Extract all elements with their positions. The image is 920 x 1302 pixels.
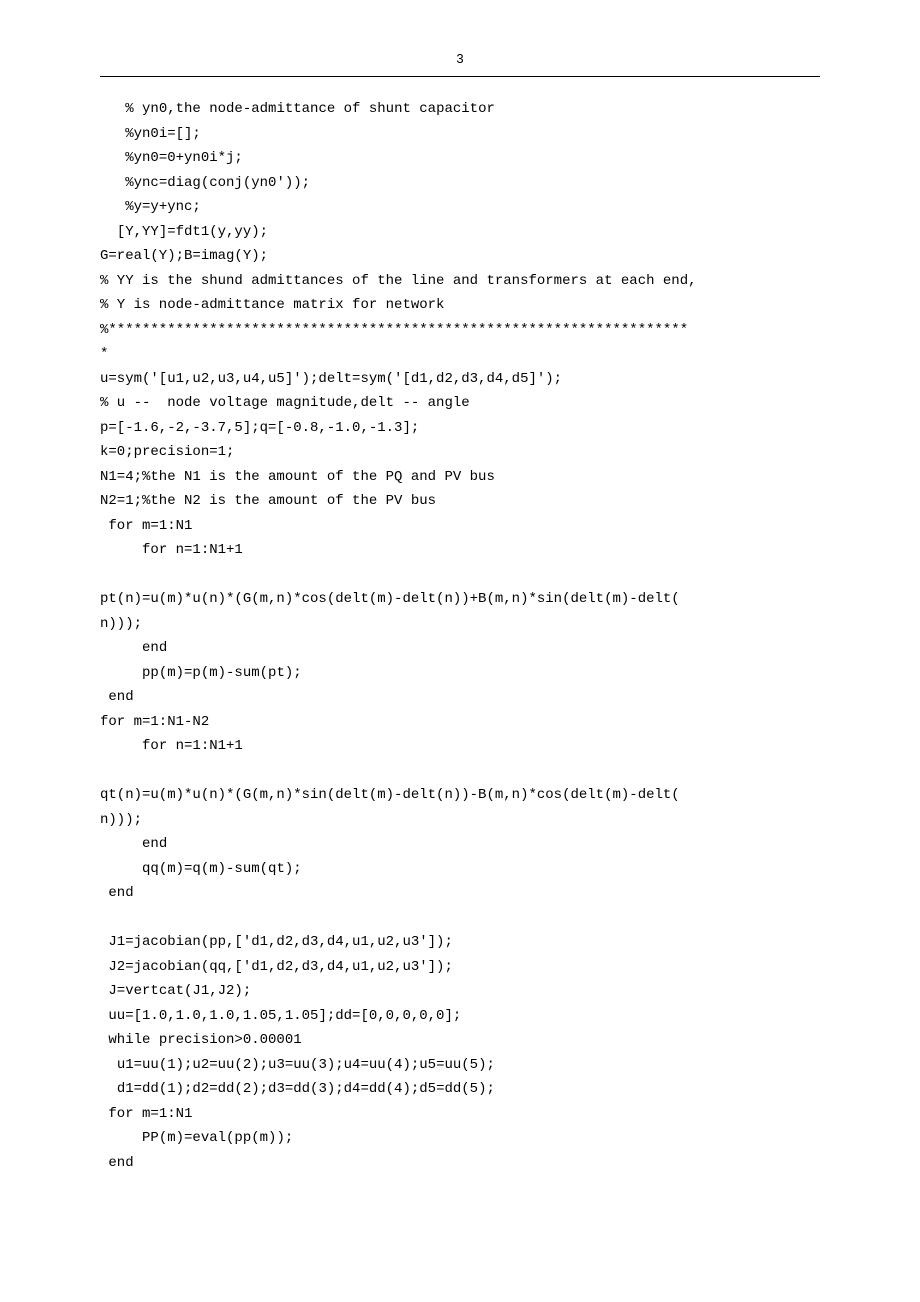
- code-line: % YY is the shund admittances of the lin…: [100, 269, 820, 294]
- code-line: uu=[1.0,1.0,1.0,1.05,1.05];dd=[0,0,0,0,0…: [100, 1004, 820, 1029]
- code-line: [100, 759, 820, 784]
- code-line: n)));: [100, 612, 820, 637]
- code-line: %y=y+ync;: [100, 195, 820, 220]
- code-line: end: [100, 832, 820, 857]
- header-separator: [100, 76, 820, 77]
- code-line: J=vertcat(J1,J2);: [100, 979, 820, 1004]
- code-line: for m=1:N1: [100, 1102, 820, 1127]
- code-line: % u -- node voltage magnitude,delt -- an…: [100, 391, 820, 416]
- code-line: for m=1:N1: [100, 514, 820, 539]
- code-line: end: [100, 685, 820, 710]
- code-line: for n=1:N1+1: [100, 734, 820, 759]
- code-line: n)));: [100, 808, 820, 833]
- page-number: 3: [456, 51, 463, 66]
- code-line: while precision>0.00001: [100, 1028, 820, 1053]
- code-line: end: [100, 636, 820, 661]
- code-line: u1=uu(1);u2=uu(2);u3=uu(3);u4=uu(4);u5=u…: [100, 1053, 820, 1078]
- code-line: % yn0,the node-admittance of shunt capac…: [100, 97, 820, 122]
- code-line: pt(n)=u(m)*u(n)*(G(m,n)*cos(delt(m)-delt…: [100, 587, 820, 612]
- code-line: N2=1;%the N2 is the amount of the PV bus: [100, 489, 820, 514]
- code-line: %***************************************…: [100, 318, 820, 343]
- code-line: qt(n)=u(m)*u(n)*(G(m,n)*sin(delt(m)-delt…: [100, 783, 820, 808]
- code-line: %yn0=0+yn0i*j;: [100, 146, 820, 171]
- code-line: [100, 906, 820, 931]
- code-line: J2=jacobian(qq,['d1,d2,d3,d4,u1,u2,u3'])…: [100, 955, 820, 980]
- code-line: J1=jacobian(pp,['d1,d2,d3,d4,u1,u2,u3'])…: [100, 930, 820, 955]
- code-line: end: [100, 1151, 820, 1176]
- code-line: %ync=diag(conj(yn0'));: [100, 171, 820, 196]
- code-line: d1=dd(1);d2=dd(2);d3=dd(3);d4=dd(4);d5=d…: [100, 1077, 820, 1102]
- code-line: end: [100, 881, 820, 906]
- code-line: *: [100, 342, 820, 367]
- code-line: %yn0i=[];: [100, 122, 820, 147]
- code-block: % yn0,the node-admittance of shunt capac…: [100, 97, 820, 1175]
- code-line: u=sym('[u1,u2,u3,u4,u5]');delt=sym('[d1,…: [100, 367, 820, 392]
- code-line: for m=1:N1-N2: [100, 710, 820, 735]
- code-line: qq(m)=q(m)-sum(qt);: [100, 857, 820, 882]
- code-line: for n=1:N1+1: [100, 538, 820, 563]
- code-line: pp(m)=p(m)-sum(pt);: [100, 661, 820, 686]
- code-line: % Y is node-admittance matrix for networ…: [100, 293, 820, 318]
- code-line: k=0;precision=1;: [100, 440, 820, 465]
- code-line: [100, 563, 820, 588]
- code-line: PP(m)=eval(pp(m));: [100, 1126, 820, 1151]
- code-line: N1=4;%the N1 is the amount of the PQ and…: [100, 465, 820, 490]
- code-line: [Y,YY]=fdt1(y,yy);: [100, 220, 820, 245]
- code-line: G=real(Y);B=imag(Y);: [100, 244, 820, 269]
- page-header: 3: [100, 50, 820, 68]
- code-line: p=[-1.6,-2,-3.7,5];q=[-0.8,-1.0,-1.3];: [100, 416, 820, 441]
